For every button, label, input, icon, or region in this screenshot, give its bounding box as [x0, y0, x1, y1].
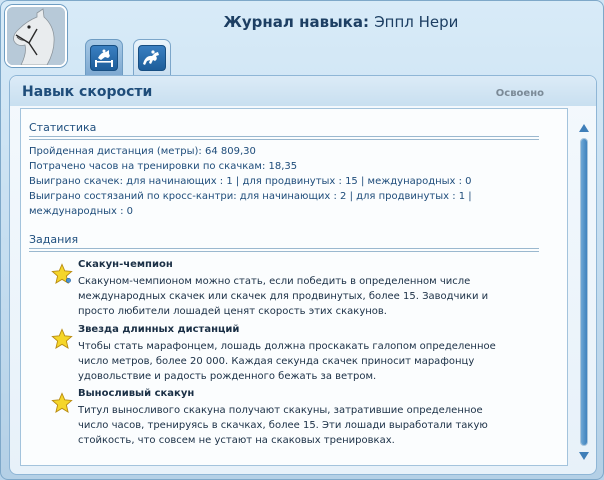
section-divider [29, 248, 539, 252]
scroll-up-arrow-icon[interactable] [578, 122, 590, 134]
skill-panel: Навык скорости Освоено Статистика Пройде… [9, 75, 597, 475]
scroll-track[interactable] [580, 138, 588, 446]
task-title: Скакун-чемпион [78, 259, 173, 270]
scroll-down-arrow-icon[interactable] [578, 450, 590, 462]
stat-line-hours: Потрачено часов на тренировки по скачкам… [29, 161, 298, 172]
tab-jumping[interactable] [85, 39, 123, 75]
skill-status: Освоено [495, 88, 544, 99]
window-title: Журнал навыка: Эппл Нери [223, 13, 459, 31]
skill-details: Статистика Пройденная дистанция (метры):… [20, 108, 568, 466]
stat-line-distance: Пройденная дистанция (метры): 64 809,30 [29, 146, 256, 157]
statistics-heading: Статистика [29, 121, 97, 134]
star-icon [51, 263, 73, 284]
star-icon [51, 392, 73, 413]
running-horse-icon [138, 44, 166, 71]
vertical-scrollbar[interactable] [578, 122, 590, 462]
task-title: Звезда длинных дистанций [78, 324, 240, 335]
stat-line-cross-country: Выиграно состязаний по кросс-кантри: для… [29, 191, 472, 202]
jumping-horse-icon [90, 44, 118, 71]
section-divider [29, 136, 539, 140]
task-description: Скакуном-чемпионом можно стать, если поб… [78, 276, 489, 317]
horse-portrait-icon [7, 7, 65, 65]
star-icon [51, 328, 73, 349]
task-description: Титул выносливого скакуна получают скаку… [78, 405, 488, 446]
skill-journal-window: Журнал навыка: Эппл Нери Навык скорости … [0, 0, 604, 480]
tab-speed[interactable] [133, 39, 171, 75]
stat-line-races: Выиграно скачек: для начинающих : 1 | дл… [29, 176, 472, 187]
stat-line-cross-country-cont: международных : 0 [29, 206, 134, 217]
skill-title: Навык скорости [22, 84, 153, 100]
task-description: Чтобы стать марафонцем, лошадь должна пр… [78, 341, 496, 382]
task-title: Выносливый скакун [78, 388, 195, 399]
panel-header: Навык скорости Освоено [10, 76, 596, 106]
tasks-heading: Задания [29, 233, 79, 246]
scroll-thumb[interactable] [581, 139, 587, 445]
horse-avatar[interactable] [5, 5, 67, 67]
